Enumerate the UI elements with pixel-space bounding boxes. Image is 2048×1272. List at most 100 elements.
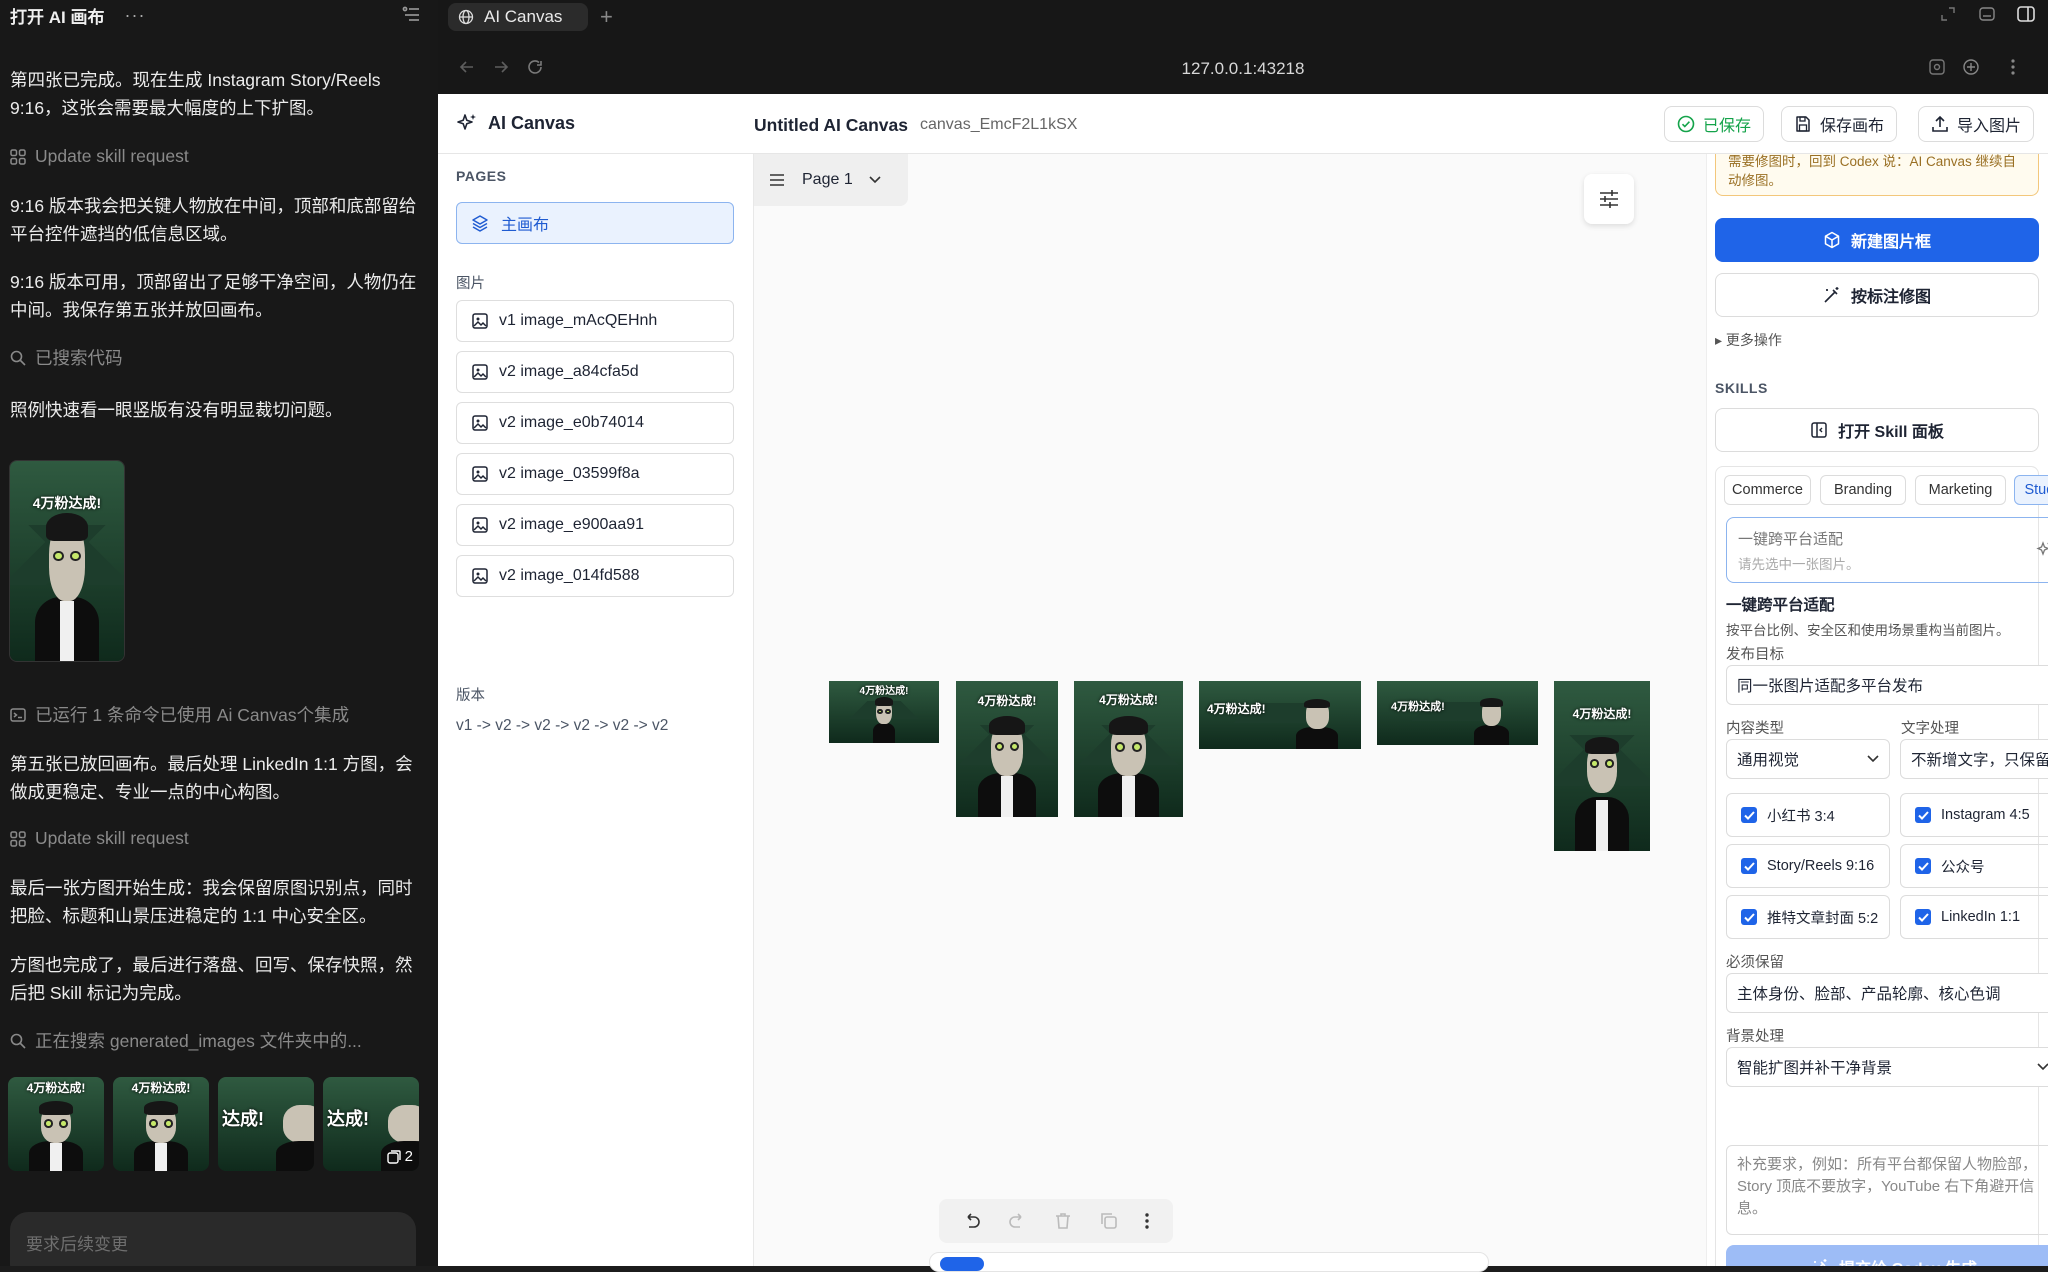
browser-tab[interactable]: AI Canvas: [448, 3, 588, 31]
document-title[interactable]: Untitled AI Canvas: [754, 115, 908, 136]
background-value: 智能扩图并补干净背景: [1737, 1060, 1893, 1077]
tab-marketing[interactable]: Marketing: [1915, 475, 2006, 505]
skill-card: Commerce Branding Marketing Studio 一键跨平台…: [1715, 466, 2048, 1266]
chat-panel: 打开 AI 画布 ··· 第四张已完成。现在生成 Instagram Story…: [0, 0, 438, 1266]
canvas-image[interactable]: 4万粉达成!: [829, 681, 939, 743]
content-type-select[interactable]: 通用视觉: [1726, 739, 1890, 779]
canvas-image[interactable]: 4万粉达成!: [1199, 681, 1361, 749]
chat-message: 第五张已放回画布。最后处理 LinkedIn 1:1 方图，会做成更稳定、专业一…: [10, 754, 413, 802]
checkbox-checked-icon: [1741, 807, 1757, 823]
scroll-thumb[interactable]: [940, 1257, 984, 1271]
platform-label: Instagram 4:5: [1941, 807, 2030, 823]
more-actions-toggle[interactable]: ▸ 更多操作: [1715, 330, 1782, 350]
checkbox-checked-icon: [1915, 909, 1931, 925]
chat-message: 第四张已完成。现在生成 Instagram Story/Reels 9:16，这…: [10, 70, 381, 118]
platform-label: LinkedIn 1:1: [1941, 909, 2021, 925]
adjustments-button[interactable]: [1584, 174, 1634, 224]
redo-icon[interactable]: [1007, 1211, 1027, 1231]
canvas-image-caption: 4万粉达成!: [1391, 700, 1445, 713]
keep-field[interactable]: 主体身份、脸部、产品轮廓、核心色调: [1726, 973, 2048, 1013]
more-icon[interactable]: ···: [124, 5, 145, 26]
address-bar[interactable]: 127.0.0.1:43218: [438, 44, 2048, 94]
terminal-icon: [10, 707, 26, 722]
sidebar-toggle-icon[interactable]: [2016, 4, 2036, 24]
menu-icon: [770, 174, 784, 186]
chat-message: 9:16 版本我会把关键人物放在中间，顶部和底部留给平台控件遮挡的低信息区域。: [10, 196, 417, 244]
undo-icon[interactable]: [962, 1211, 982, 1231]
chat-image-thumbnail[interactable]: 4万粉达成!: [8, 1077, 104, 1171]
app-logo: AI Canvas: [456, 112, 575, 134]
canvas-image[interactable]: 4万粉达成!: [956, 681, 1058, 817]
version-history: v1 -> v2 -> v2 -> v2 -> v2 -> v2: [456, 717, 669, 734]
image-list-item[interactable]: v1 image_mAcQEHnh: [456, 300, 734, 342]
platform-checkbox[interactable]: Instagram 4:5: [1900, 793, 2048, 837]
app-header: AI Canvas Untitled AI Canvas canvas_EmcF…: [438, 94, 2048, 154]
images-icon: [386, 1149, 401, 1164]
target-field[interactable]: 同一张图片适配多平台发布: [1726, 665, 2048, 705]
new-image-frame-button[interactable]: 新建图片框: [1715, 218, 2039, 262]
image-list-item[interactable]: v2 image_03599f8a: [456, 453, 734, 495]
platform-checkbox[interactable]: 公众号: [1900, 844, 2048, 888]
saved-status-button[interactable]: 已保存: [1664, 106, 1765, 142]
annotate-edit-button[interactable]: 按标注修图: [1715, 273, 2039, 317]
background-select[interactable]: 智能扩图并补干净背景: [1726, 1047, 2048, 1087]
chat-image-thumbnail[interactable]: 达成!: [218, 1077, 314, 1171]
save-icon: [1796, 116, 1810, 132]
screenshot-icon[interactable]: [1928, 58, 1946, 76]
import-image-button[interactable]: 导入图片: [1918, 106, 2035, 142]
text-handling-field[interactable]: 不新增文字，只保留: [1900, 739, 2048, 779]
more-vertical-icon[interactable]: [1144, 1212, 1150, 1230]
command-meta[interactable]: 已运行 1 条命令已使用 Ai Canvas个集成: [10, 702, 349, 727]
extra-requirements-textarea[interactable]: 补充要求，例如：所有平台都保留人物脸部，Story 顶底不要放字，YouTube…: [1726, 1145, 2048, 1235]
expand-icon[interactable]: [1940, 6, 1956, 22]
tab-studio[interactable]: Studio: [2014, 475, 2048, 505]
url-text[interactable]: 127.0.0.1:43218: [438, 59, 2048, 79]
kebab-menu-icon[interactable]: [2010, 58, 2016, 76]
window-icon[interactable]: [1978, 5, 1996, 23]
image-list-item[interactable]: v2 image_a84cfa5d: [456, 351, 734, 393]
search-icon: [10, 350, 26, 366]
platform-checkbox[interactable]: LinkedIn 1:1: [1900, 895, 2048, 939]
submit-to-codex-button[interactable]: 提交给 Codex 生成: [1726, 1245, 2048, 1266]
tab-branding[interactable]: Branding: [1820, 475, 1906, 505]
image-list-item[interactable]: v2 image_e900aa91: [456, 504, 734, 546]
page-item-main[interactable]: 主画布: [456, 202, 734, 244]
chat-image-thumbnail[interactable]: 4万粉达成!: [113, 1077, 209, 1171]
canvas-image[interactable]: 4万粉达成!: [1074, 681, 1183, 817]
list-settings-icon[interactable]: [402, 5, 420, 23]
search-meta[interactable]: 已搜索代码: [10, 345, 123, 370]
saved-label: 已保存: [1703, 118, 1752, 135]
skill-search-input[interactable]: 一键跨平台适配 请先选中一张图片。: [1726, 517, 2048, 583]
image-list-item[interactable]: v2 image_e0b74014: [456, 402, 734, 444]
skills-header: SKILLS: [1715, 380, 1768, 396]
page-item-label: 主画布: [501, 217, 550, 234]
chat-image-thumbnail[interactable]: 达成! 2: [323, 1077, 419, 1171]
canvas-image[interactable]: 4万粉达成!: [1554, 681, 1650, 851]
canvas-image[interactable]: 4万粉达成!: [1377, 681, 1538, 745]
platform-checkbox[interactable]: Story/Reels 9:16: [1726, 844, 1890, 888]
duplicate-icon[interactable]: [1099, 1211, 1119, 1231]
new-tab-icon[interactable]: +: [600, 4, 613, 30]
skill-update-meta[interactable]: Update skill request: [10, 146, 189, 167]
followup-input[interactable]: 要求后续变更: [10, 1212, 416, 1266]
chat-message: 最后一张方图开始生成：我会保留原图识别点，同时把脸、标题和山景压进稳定的 1:1…: [10, 878, 413, 926]
platform-checkbox[interactable]: 推特文章封面 5:2: [1726, 895, 1890, 939]
skill-update-meta[interactable]: Update skill request: [10, 828, 189, 849]
image-list-label: v2 image_e0b74014: [499, 414, 645, 431]
chat-message: 方图也完成了，最后进行落盘、回写、保存快照，然后把 Skill 标记为完成。: [10, 955, 413, 1003]
annotate-label: 按标注修图: [1850, 289, 1931, 306]
tab-commerce[interactable]: Commerce: [1724, 475, 1811, 505]
chat-image-thumbnail[interactable]: 4万粉达成!: [9, 460, 125, 662]
layers-icon: [472, 215, 488, 232]
open-skill-panel-button[interactable]: 打开 Skill 面板: [1715, 408, 2039, 452]
trash-icon[interactable]: [1053, 1211, 1073, 1231]
platform-checkbox[interactable]: 小红书 3:4: [1726, 793, 1890, 837]
document-id: canvas_EmcF2L1kSX: [920, 116, 1078, 133]
page-selector[interactable]: Page 1: [754, 154, 908, 206]
canvas-area[interactable]: Page 1 4万粉达成! 4万粉达成! 4万粉达成! 4万粉达成! 4万粉达成…: [754, 154, 1706, 1272]
searching-meta[interactable]: 正在搜索 generated_images 文件夹中的...: [10, 1028, 362, 1053]
add-circle-icon[interactable]: [1962, 58, 1980, 76]
canvas-scrollbar[interactable]: [929, 1252, 1489, 1272]
save-canvas-button[interactable]: 保存画布: [1781, 106, 1898, 142]
image-list-item[interactable]: v2 image_014fd588: [456, 555, 734, 597]
